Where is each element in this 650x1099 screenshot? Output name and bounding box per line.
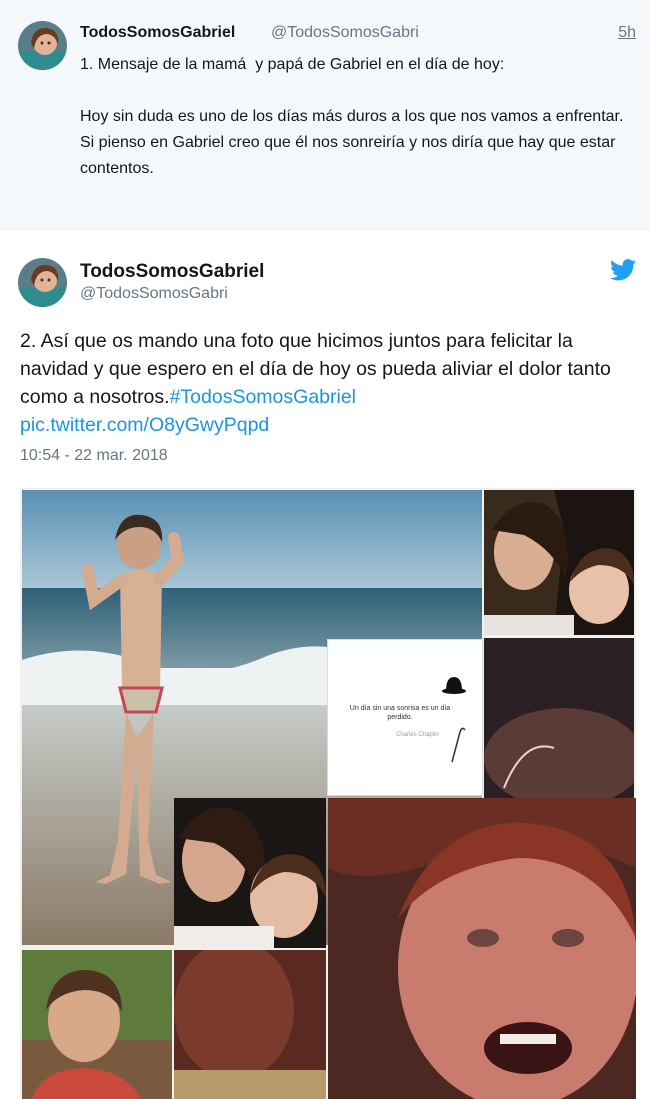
quote-author: Charles Chaplin (396, 732, 439, 738)
mother-son-photo (484, 490, 634, 635)
main-tweet: TodosSomosGabriel @TodosSomosGabri 2. As… (0, 231, 650, 1099)
night-photo (484, 638, 634, 798)
user-handle[interactable]: @TodosSomosGabri (271, 24, 419, 42)
tweet-time[interactable]: 5h (618, 24, 636, 42)
cane-icon (451, 727, 466, 763)
family-photo (174, 950, 326, 1099)
quote-card: Un día sin una sonrisa es un día perdido… (327, 639, 483, 796)
tweet-text: 2. Así que os mando una foto que hicimos… (20, 327, 640, 439)
tweet-date[interactable]: 10:54 - 22 mar. 2018 (20, 447, 168, 465)
user-handle[interactable]: @TodosSomosGabri (80, 285, 228, 303)
profile-avatar[interactable] (18, 21, 67, 70)
bowler-hat-icon (442, 677, 466, 694)
thread-tweet: TodosSomosGabriel @TodosSomosGabri 5h 1.… (0, 0, 650, 231)
profile-avatar[interactable] (18, 258, 67, 307)
quote-text: Un día sin una sonrisa es un día perdido… (349, 705, 451, 721)
tweet-text: 1. Mensaje de la mamá y papá de Gabriel … (80, 56, 624, 177)
twitter-bird-icon[interactable] (610, 259, 636, 281)
boy-photo (22, 950, 172, 1099)
selfie-photo (174, 798, 326, 948)
closeup-photo (328, 798, 636, 1099)
pic-link[interactable]: pic.twitter.com/O8yGwyPqpd (20, 414, 269, 436)
display-name[interactable]: TodosSomosGabriel (80, 261, 264, 283)
display-name[interactable]: TodosSomosGabriel (80, 24, 235, 42)
hashtag-link[interactable]: #TodosSomosGabriel (170, 386, 356, 408)
photo-collage[interactable]: Un día sin una sonrisa es un día perdido… (20, 488, 636, 1099)
